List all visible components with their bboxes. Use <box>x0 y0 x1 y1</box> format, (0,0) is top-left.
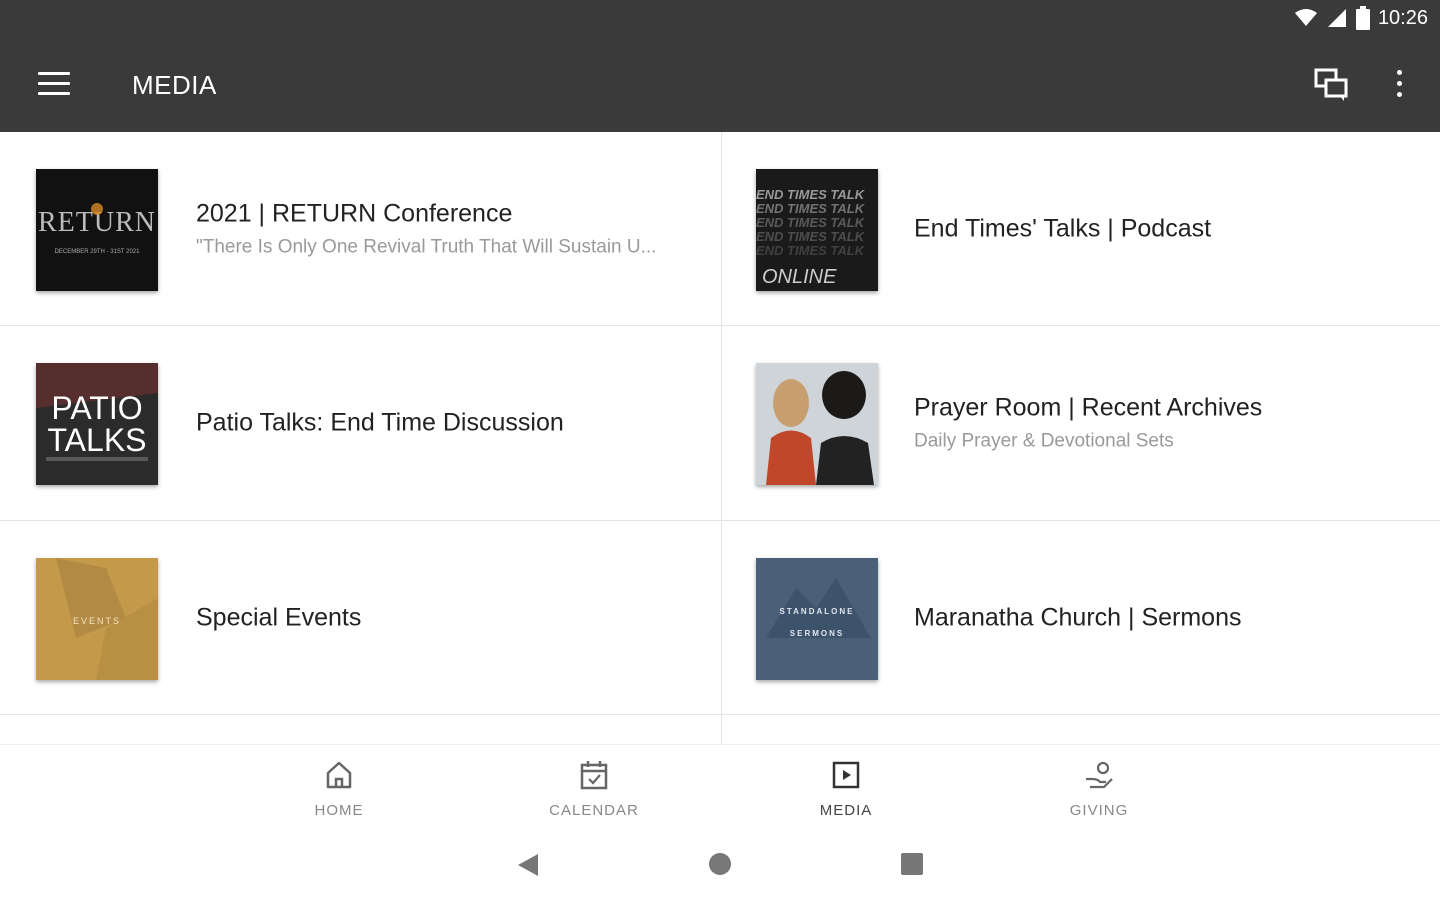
media-icon <box>832 761 860 789</box>
app-bar: MEDIA <box>0 42 1440 132</box>
battery-icon <box>1355 6 1370 30</box>
item-subtitle: Daily Prayer & Devotional Sets <box>914 430 1174 452</box>
svg-text:PATIO: PATIO <box>51 390 142 426</box>
svg-text:TALKS: TALKS <box>48 422 147 458</box>
status-time: 10:26 <box>1377 6 1428 29</box>
wifi-icon <box>1294 9 1317 26</box>
calendar-icon <box>580 761 608 790</box>
media-item-return-conference[interactable]: RETURN DECEMBER 29TH - 31ST 2021 2021 | … <box>0 132 722 326</box>
nav-giving[interactable]: GIVING <box>1039 759 1159 819</box>
item-title: Patio Talks: End Time Discussion <box>196 408 564 437</box>
page-title: MEDIA <box>132 70 217 100</box>
media-item-patio-talks[interactable]: PATIO TALKS Patio Talks: End Time Discus… <box>0 326 722 521</box>
giving-icon <box>1086 761 1113 789</box>
partial-row <box>722 715 1440 744</box>
svg-text:END TIMES TALK: END TIMES TALK <box>756 229 866 244</box>
item-title: 2021 | RETURN Conference <box>196 199 513 227</box>
system-nav-bar <box>0 834 1440 900</box>
thumbnail-image: PATIO TALKS <box>36 363 158 485</box>
thumbnail-image: END TIMES TALK END TIMES TALK END TIMES … <box>756 169 878 291</box>
nav-label: MEDIA <box>819 802 873 819</box>
thumb-return-sub: DECEMBER 29TH - 31ST 2021 <box>55 249 141 255</box>
home-icon <box>326 761 352 789</box>
thumbnail-image: STANDALONE SERMONS <box>756 558 878 680</box>
thumbnail-image <box>756 363 878 485</box>
item-subtitle: "There Is Only One Revival Truth That Wi… <box>196 236 657 257</box>
item-title: End Times' Talks | Podcast <box>914 214 1212 242</box>
chat-icon[interactable] <box>1314 68 1350 102</box>
bottom-nav: HOME CALENDAR MEDIA GIVING <box>0 744 1440 834</box>
svg-text:EVENTS: EVENTS <box>73 616 121 626</box>
nav-label: GIVING <box>1069 802 1129 819</box>
menu-icon[interactable] <box>38 72 70 98</box>
home-circle-icon[interactable] <box>708 852 732 876</box>
media-item-end-times-talks[interactable]: END TIMES TALK END TIMES TALK END TIMES … <box>722 132 1440 326</box>
nav-label: HOME <box>314 802 364 819</box>
signal-icon <box>1327 9 1346 27</box>
partial-row <box>0 715 722 744</box>
svg-text:SERMONS: SERMONS <box>790 629 844 638</box>
svg-text:STANDALONE: STANDALONE <box>780 607 855 616</box>
media-grid: RETURN DECEMBER 29TH - 31ST 2021 2021 | … <box>0 132 1440 744</box>
media-item-prayer-room[interactable]: Prayer Room | Recent Archives Daily Pray… <box>722 326 1440 521</box>
nav-calendar[interactable]: CALENDAR <box>534 759 654 819</box>
nav-home[interactable]: HOME <box>279 759 399 819</box>
svg-text:END TIMES TALK: END TIMES TALK <box>756 243 866 258</box>
item-title: Maranatha Church | Sermons <box>914 603 1242 631</box>
recents-icon[interactable] <box>900 852 924 876</box>
more-vert-icon[interactable] <box>1394 70 1404 100</box>
svg-text:END TIMES TALK: END TIMES TALK <box>756 215 866 230</box>
nav-label: CALENDAR <box>549 802 639 819</box>
svg-text:ONLINE: ONLINE <box>762 266 837 288</box>
status-bar: 10:26 <box>0 0 1440 42</box>
thumbnail-image: EVENTS <box>36 558 158 680</box>
media-item-special-events[interactable]: EVENTS Special Events <box>0 521 722 715</box>
back-icon[interactable] <box>516 852 540 878</box>
media-item-maranatha-sermons[interactable]: STANDALONE SERMONS Maranatha Church | Se… <box>722 521 1440 715</box>
thumbnail-image: RETURN DECEMBER 29TH - 31ST 2021 <box>36 169 158 291</box>
svg-text:END TIMES TALK: END TIMES TALK <box>756 187 866 202</box>
item-title: Special Events <box>196 603 362 631</box>
item-title: Prayer Room | Recent Archives <box>914 393 1263 422</box>
svg-text:END TIMES TALK: END TIMES TALK <box>756 201 866 216</box>
nav-media[interactable]: MEDIA <box>786 759 906 819</box>
